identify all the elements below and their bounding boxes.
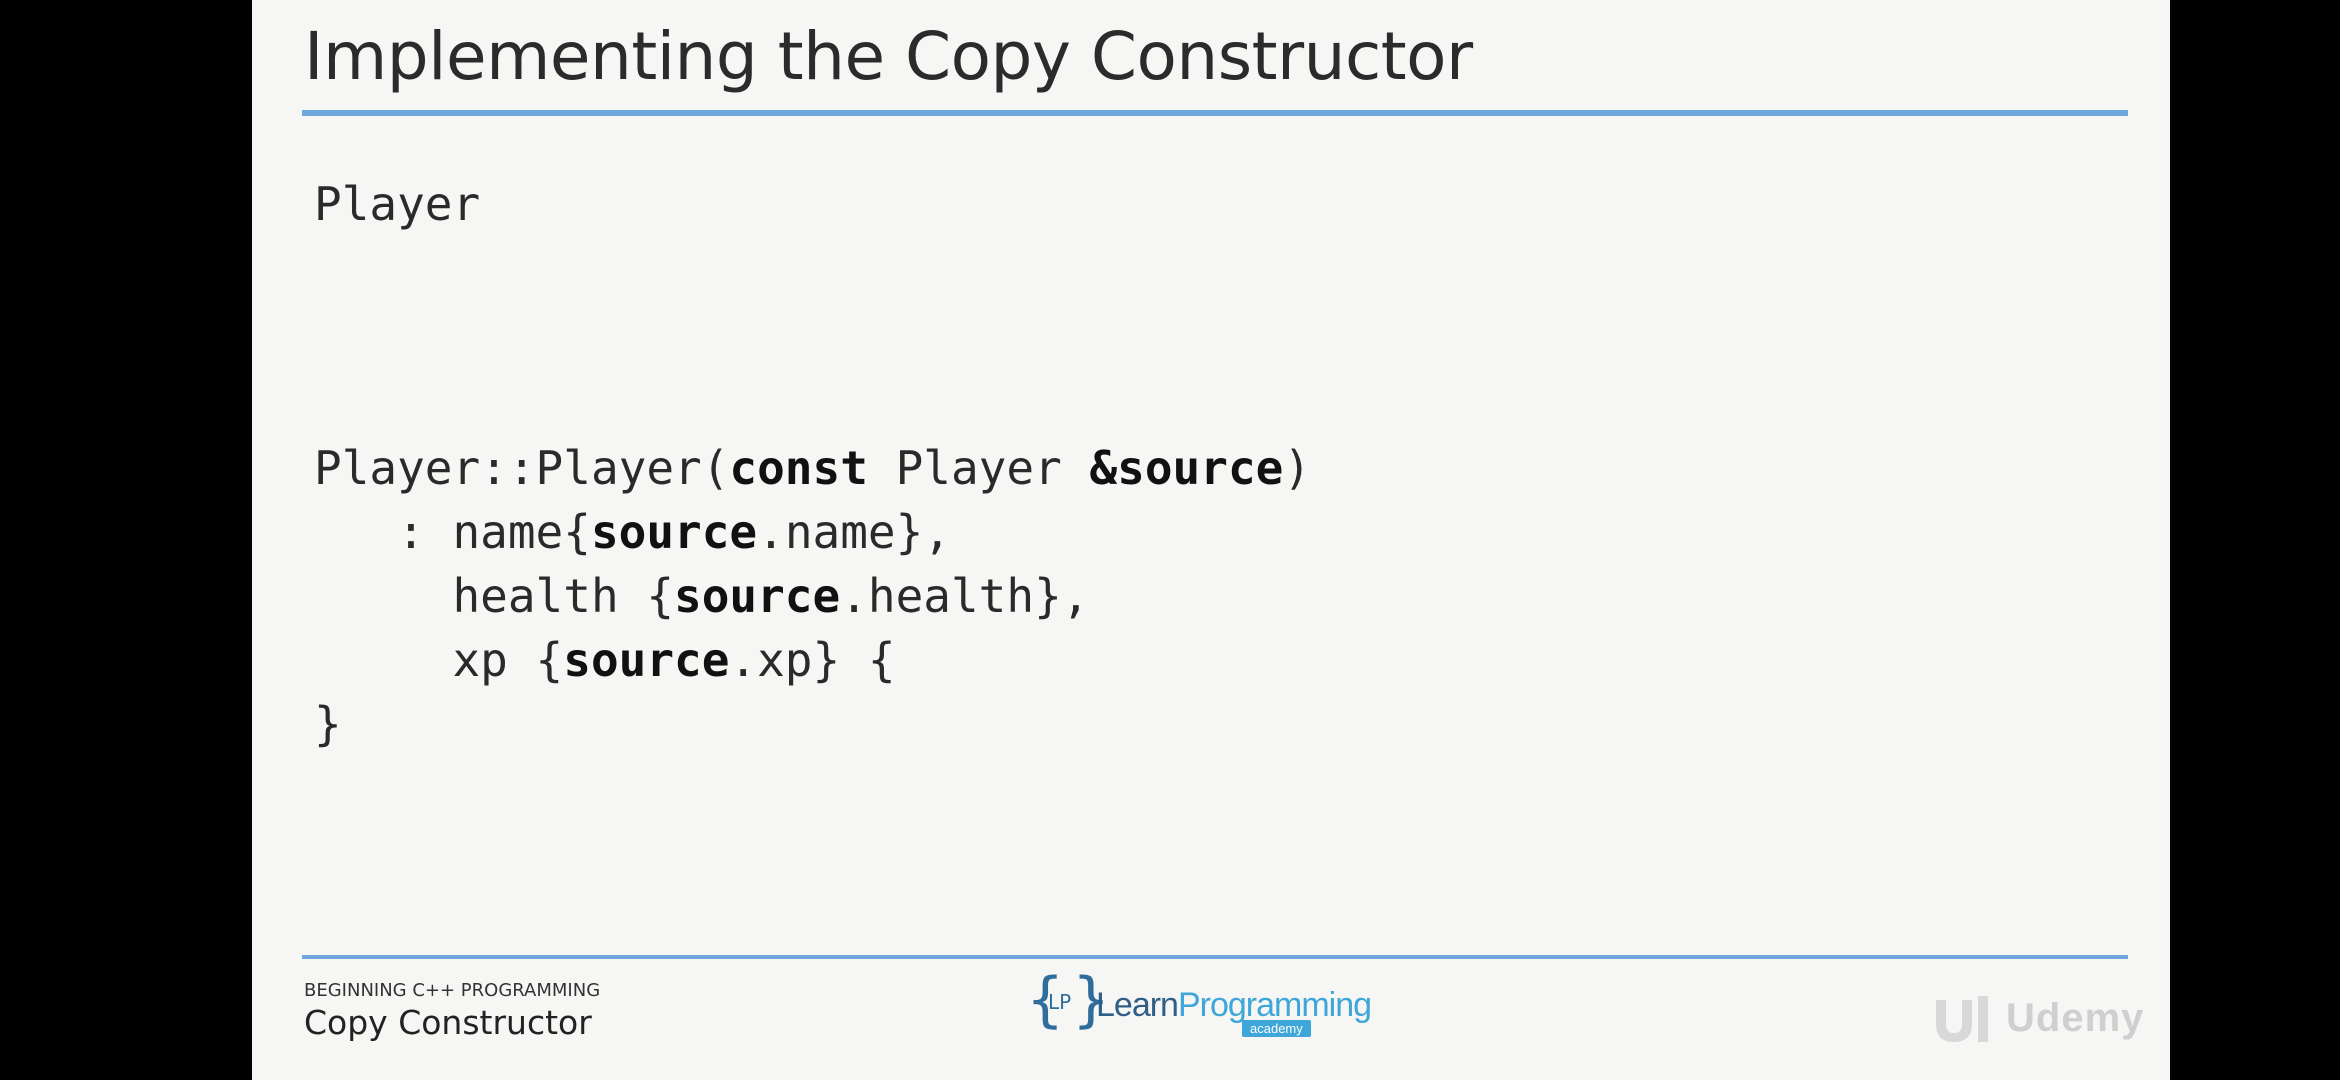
code-line-4: xp {source.xp} {: [314, 633, 896, 687]
code-line-1: Player::Player(const Player &source): [314, 441, 1312, 495]
learnprogramming-logo: { LP } LearnProgramming academy: [1026, 970, 1386, 1046]
logo-lp: LP: [1048, 990, 1072, 1014]
logo-academy-badge: academy: [1242, 1020, 1311, 1037]
code-line-2: : name{source.name},: [314, 505, 951, 559]
presentation-slide: Implementing the Copy Constructor Player…: [252, 0, 2170, 1080]
slide-title: Implementing the Copy Constructor: [304, 18, 1473, 95]
udemy-wordmark: Udemy: [2006, 996, 2145, 1040]
footer-divider: [302, 955, 2128, 959]
footer-course-name: BEGINNING C++ PROGRAMMING: [304, 980, 601, 1001]
logo-wordmark: LearnProgramming: [1096, 986, 1372, 1024]
title-underline: [302, 110, 2128, 116]
code-line-5: }: [314, 697, 342, 751]
footer-topic: Copy Constructor: [304, 1003, 592, 1042]
udemy-watermark: Udemy: [1928, 990, 2158, 1050]
code-block: Player::Player(const Player &source) : n…: [314, 436, 1311, 756]
code-class-name: Player: [314, 177, 481, 231]
udemy-logo-icon: [1936, 996, 1988, 1042]
code-line-3: health {source.health},: [314, 569, 1090, 623]
